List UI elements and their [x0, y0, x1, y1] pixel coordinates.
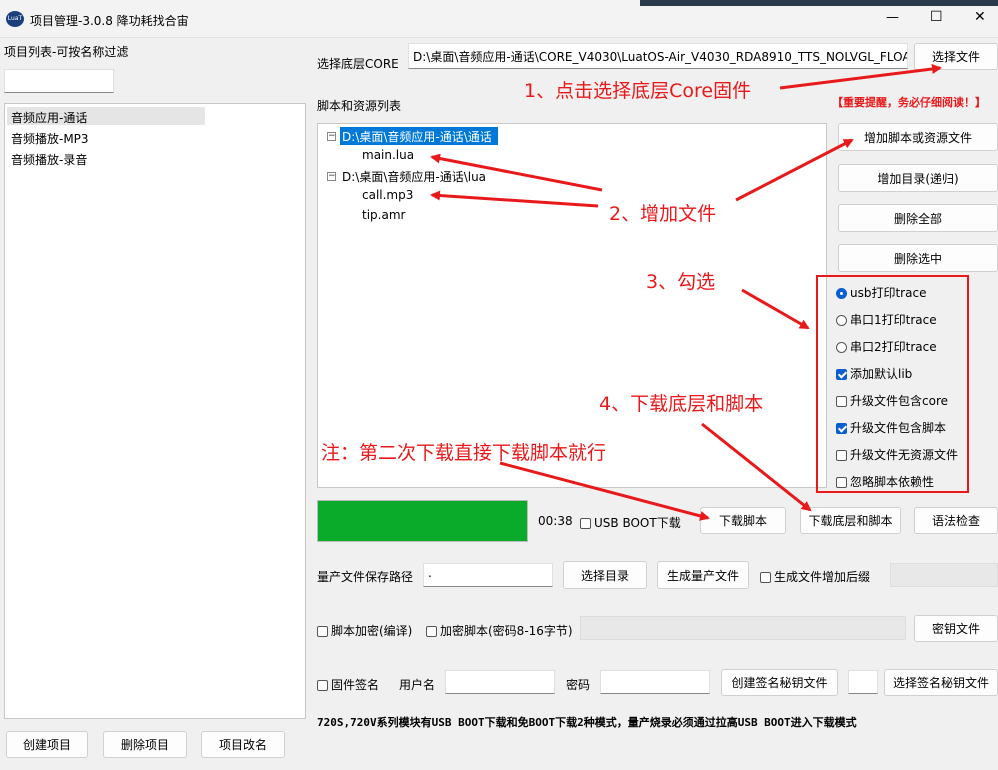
- annotation-step-3: 3、勾选: [646, 271, 716, 293]
- annotation-step-2: 2、增加文件: [609, 203, 717, 225]
- arrow-to-core-button: [779, 64, 942, 90]
- arrow-to-add-file-button: [735, 138, 854, 202]
- arrow-to-main-lua: [430, 153, 603, 192]
- annotation-step-4: 4、下载底层和脚本: [599, 393, 764, 415]
- arrow-to-download-script: [499, 461, 710, 521]
- annotation-step-1: 1、点击选择底层Core固件: [524, 80, 752, 102]
- annotation-note: 注：第二次下载直接下载脚本就行: [321, 442, 607, 464]
- arrow-to-options: [741, 288, 810, 330]
- arrow-to-call-mp3: [430, 190, 599, 208]
- arrow-to-download-all: [701, 422, 812, 512]
- annotation-arrows: [430, 64, 942, 521]
